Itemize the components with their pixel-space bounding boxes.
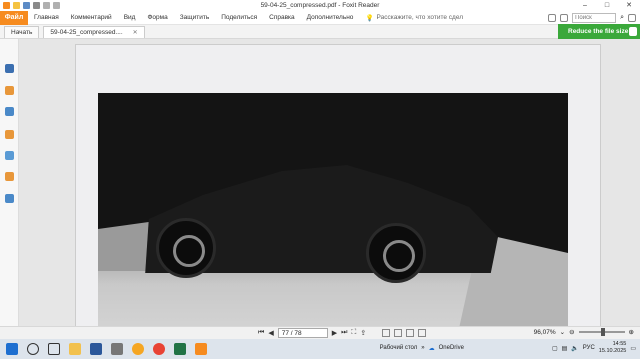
menu-home[interactable]: Главная [28, 11, 65, 25]
system-tray: Рабочий стол » ☁ OneDrive ▢ ▤ 🔈 РУС 14:5… [380, 341, 636, 355]
close-icon[interactable]: ✕ [618, 0, 640, 11]
comments-icon[interactable] [5, 130, 14, 139]
search-icon[interactable]: ⌕ [620, 14, 624, 22]
onedrive-label[interactable]: OneDrive [439, 345, 464, 351]
zoom-out-icon[interactable]: ⊖ [569, 328, 574, 336]
front-wheel [156, 218, 216, 278]
clock-time: 14:55 [612, 341, 627, 347]
clock[interactable]: 14:55 15.10.2025 [599, 341, 627, 355]
next-page-icon[interactable]: ▶ [332, 329, 337, 337]
document-view[interactable] [19, 39, 640, 326]
menu-form[interactable]: Форма [141, 11, 173, 25]
menu-share[interactable]: Поделиться [215, 11, 263, 25]
zoom-dropdown-icon[interactable]: ⌄ [560, 328, 565, 336]
task-view-icon[interactable] [48, 343, 60, 355]
title-bar: 59-04-25_compressed.pdf - Foxit Reader –… [0, 0, 640, 11]
tell-me-box[interactable]: 💡 Расскажите, что хотите сдел [359, 14, 463, 22]
menu-extra[interactable]: Дополнительно [301, 11, 360, 25]
scanned-car-photo [98, 93, 568, 326]
menu-protect[interactable]: Защитить [174, 11, 216, 25]
tab-start[interactable]: Начать [4, 26, 40, 38]
settings-icon[interactable] [560, 14, 569, 22]
window-controls: – □ ✕ [574, 0, 640, 11]
page-navigation: ⏮ ◀ 77 / 78 ▶ ⏭ ⛶ ⇪ [258, 328, 366, 338]
tray-icon[interactable]: ▢ [552, 345, 558, 352]
excel-icon[interactable] [174, 343, 186, 355]
network-icon[interactable]: ▤ [562, 345, 568, 352]
left-panel [0, 39, 19, 326]
lightbulb-icon: 💡 [365, 14, 374, 22]
notifications-icon[interactable]: ▭ [630, 345, 636, 352]
continuous-icon[interactable] [394, 329, 402, 337]
maximize-icon[interactable]: □ [596, 0, 618, 11]
status-bar: ⏮ ◀ 77 / 78 ▶ ⏭ ⛶ ⇪ 96,07% ⌄ ⊖ ⊕ [0, 326, 640, 339]
zoom-in-icon[interactable]: ⊕ [629, 328, 634, 336]
page-thumbnail-icon[interactable] [5, 64, 14, 73]
close-tab-icon[interactable]: ✕ [133, 27, 138, 39]
windows-taskbar: Рабочий стол » ☁ OneDrive ▢ ▤ 🔈 РУС 14:5… [0, 339, 640, 359]
foxit-reader-icon[interactable] [195, 343, 207, 355]
menu-help[interactable]: Справка [263, 11, 301, 25]
view-mode-icons [382, 329, 426, 337]
menu-comment[interactable]: Комментарий [65, 11, 118, 25]
prev-page-icon[interactable]: ◀ [268, 329, 273, 337]
windows-start-icon[interactable] [6, 343, 18, 355]
security-icon[interactable] [5, 172, 14, 181]
menu-view[interactable]: Вид [118, 11, 142, 25]
zoom-controls: 96,07% ⌄ ⊖ ⊕ [534, 328, 634, 336]
window-title: 59-04-25_compressed.pdf - Foxit Reader [260, 2, 380, 9]
onedrive-icon[interactable]: ☁ [429, 345, 435, 352]
attachment-icon[interactable] [5, 151, 14, 160]
zoom-slider-thumb[interactable] [600, 328, 605, 336]
chevron-left-icon[interactable]: » [421, 345, 424, 351]
first-page-icon[interactable]: ⏮ [258, 329, 264, 337]
word-icon[interactable] [90, 343, 102, 355]
document-tabs: Начать 59-04-25_compressed.... ✕ [0, 25, 640, 39]
search-icon[interactable] [27, 343, 39, 355]
layers-icon[interactable] [5, 107, 14, 116]
tell-me-text: Расскажите, что хотите сдел [376, 14, 464, 21]
volume-icon[interactable]: 🔈 [571, 345, 578, 352]
file-explorer-icon[interactable] [69, 343, 81, 355]
app-icon[interactable] [111, 343, 123, 355]
pdf-page [75, 44, 601, 326]
reduce-file-size-label: Reduce the file size [568, 28, 629, 35]
single-page-icon[interactable] [382, 329, 390, 337]
zoom-value[interactable]: 96,07% [534, 329, 556, 336]
chrome-icon[interactable] [153, 343, 165, 355]
minimize-icon[interactable]: – [574, 0, 596, 11]
rear-wheel [366, 223, 426, 283]
menu-right-tools: ⌕ [548, 11, 640, 25]
bookmark-icon[interactable] [5, 86, 14, 95]
tab-document[interactable]: 59-04-25_compressed.... ✕ [43, 26, 145, 39]
tab-label: Начать [11, 28, 33, 36]
page-number-input[interactable]: 77 / 78 [277, 328, 328, 338]
skin-icon[interactable] [548, 14, 557, 22]
desktop-label[interactable]: Рабочий стол [380, 345, 418, 351]
file-menu-button[interactable]: Файл [0, 10, 28, 25]
export-icon[interactable]: ⇪ [360, 329, 366, 337]
search-input[interactable] [572, 13, 617, 23]
continuous-facing-icon[interactable] [418, 329, 426, 337]
yandex-browser-icon[interactable] [132, 343, 144, 355]
zoom-slider[interactable] [578, 328, 625, 336]
tab-label: 59-04-25_compressed.... [50, 28, 123, 36]
signature-icon[interactable] [5, 194, 14, 203]
last-page-icon[interactable]: ⏭ [341, 329, 347, 337]
mascot-icon [629, 27, 637, 36]
collapse-ribbon-icon[interactable] [628, 14, 636, 22]
language-indicator[interactable]: РУС [583, 345, 595, 351]
ribbon-menu: Файл Главная Комментарий Вид Форма Защит… [0, 10, 640, 25]
clock-date: 15.10.2025 [598, 348, 627, 354]
reduce-file-size-button[interactable]: Reduce the file size [558, 24, 640, 39]
facing-icon[interactable] [406, 329, 414, 337]
fullscreen-icon[interactable]: ⛶ [351, 329, 356, 337]
